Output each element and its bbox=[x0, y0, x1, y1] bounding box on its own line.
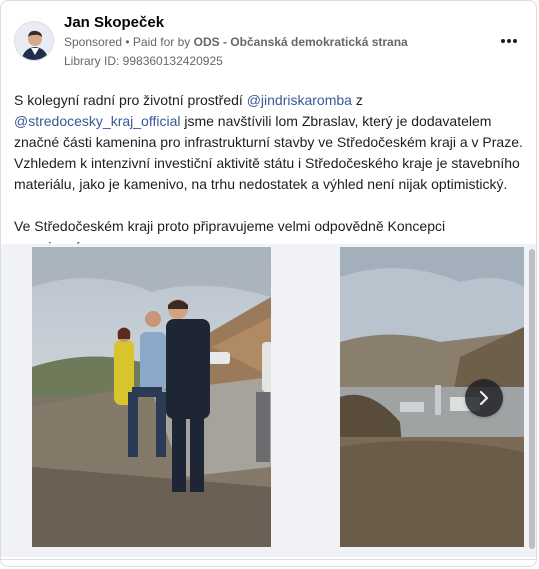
image-carousel[interactable] bbox=[1, 244, 536, 557]
more-options-button[interactable] bbox=[498, 33, 520, 49]
avatar[interactable] bbox=[14, 21, 54, 61]
carousel-image-1[interactable] bbox=[32, 247, 271, 547]
paid-prefix: • Paid for by bbox=[125, 35, 191, 49]
divider bbox=[1, 559, 536, 560]
post-text: S kolegyní radní pro životní prostředí @… bbox=[14, 90, 529, 258]
chevron-right-icon bbox=[479, 390, 489, 406]
library-id: Library ID: 998360132420925 bbox=[64, 54, 223, 68]
three-dots-icon bbox=[501, 39, 505, 43]
post-paragraph-1: S kolegyní radní pro životní prostředí @… bbox=[14, 92, 523, 192]
scrollbar[interactable] bbox=[528, 247, 536, 552]
author-name[interactable]: Jan Skopeček bbox=[64, 14, 164, 31]
next-slide-button[interactable] bbox=[465, 379, 503, 417]
mention-link[interactable]: @jindriskaromba bbox=[247, 92, 352, 108]
scrollbar-thumb[interactable] bbox=[529, 249, 535, 549]
ad-card: Jan Skopeček Sponsored • Paid for by ODS… bbox=[0, 0, 537, 567]
mention-link[interactable]: @stredocesky_kraj_official bbox=[14, 113, 180, 129]
paid-by-link[interactable]: ODS - Občanská demokratická strana bbox=[194, 35, 408, 49]
sponsored-meta: Sponsored • Paid for by ODS - Občanská d… bbox=[64, 35, 408, 49]
sponsored-label: Sponsored bbox=[64, 35, 123, 49]
